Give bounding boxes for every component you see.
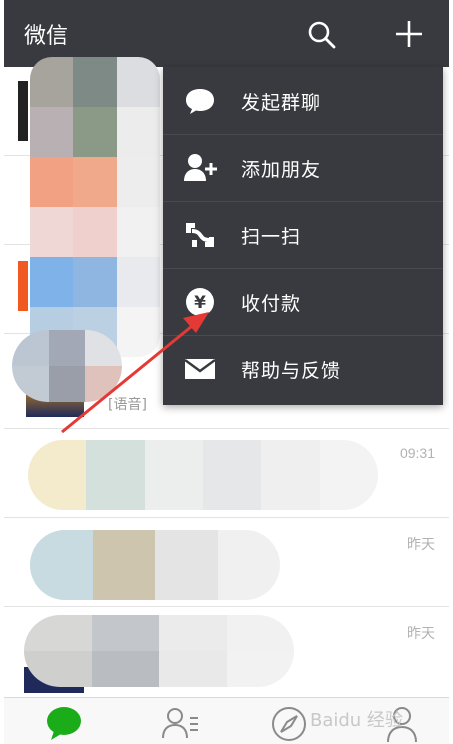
watermark: Baidu 经验 bbox=[310, 710, 403, 731]
app-title: 微信 bbox=[24, 24, 69, 49]
privacy-mosaic bbox=[12, 330, 122, 402]
chat-time: 09:31 bbox=[399, 445, 435, 461]
plus-dropdown-menu: 发起群聊 添加朋友 扫一扫 ¥ 收付款 帮助与反馈 bbox=[163, 67, 443, 405]
menu-item-add-friend[interactable]: 添加朋友 bbox=[163, 134, 443, 202]
search-icon[interactable] bbox=[307, 20, 337, 50]
scan-icon bbox=[186, 223, 214, 247]
contacts-tab-icon[interactable] bbox=[160, 704, 200, 744]
privacy-mosaic bbox=[28, 440, 378, 510]
menu-item-payment[interactable]: ¥ 收付款 bbox=[163, 268, 443, 336]
yuan-coin-icon: ¥ bbox=[186, 288, 214, 316]
plus-icon[interactable] bbox=[394, 19, 424, 49]
menu-item-label: 添加朋友 bbox=[241, 159, 322, 181]
menu-item-help-feedback[interactable]: 帮助与反馈 bbox=[163, 335, 443, 405]
menu-item-label: 帮助与反馈 bbox=[241, 360, 342, 382]
menu-item-label: 发起群聊 bbox=[241, 92, 322, 114]
menu-item-group-chat[interactable]: 发起群聊 bbox=[163, 67, 443, 135]
chat-time: 昨天 bbox=[407, 536, 435, 552]
privacy-mosaic bbox=[30, 57, 160, 357]
menu-item-label: 收付款 bbox=[241, 293, 302, 315]
add-person-icon bbox=[184, 154, 217, 181]
menu-item-label: 扫一扫 bbox=[241, 226, 302, 248]
menu-item-scan[interactable]: 扫一扫 bbox=[163, 201, 443, 269]
privacy-mosaic bbox=[30, 530, 280, 600]
chats-tab-icon[interactable] bbox=[44, 704, 84, 744]
privacy-mosaic bbox=[24, 615, 294, 687]
discover-tab-icon[interactable] bbox=[269, 704, 309, 744]
chat-preview: [语音] bbox=[108, 397, 147, 413]
avatar bbox=[18, 81, 28, 141]
wechat-screen: 微信 鱼 [语音] 09:31 bbox=[4, 0, 449, 744]
chat-time: 昨天 bbox=[407, 625, 435, 641]
chat-bubble-icon bbox=[186, 89, 214, 114]
envelope-icon bbox=[184, 358, 216, 379]
svg-text:¥: ¥ bbox=[194, 293, 206, 313]
